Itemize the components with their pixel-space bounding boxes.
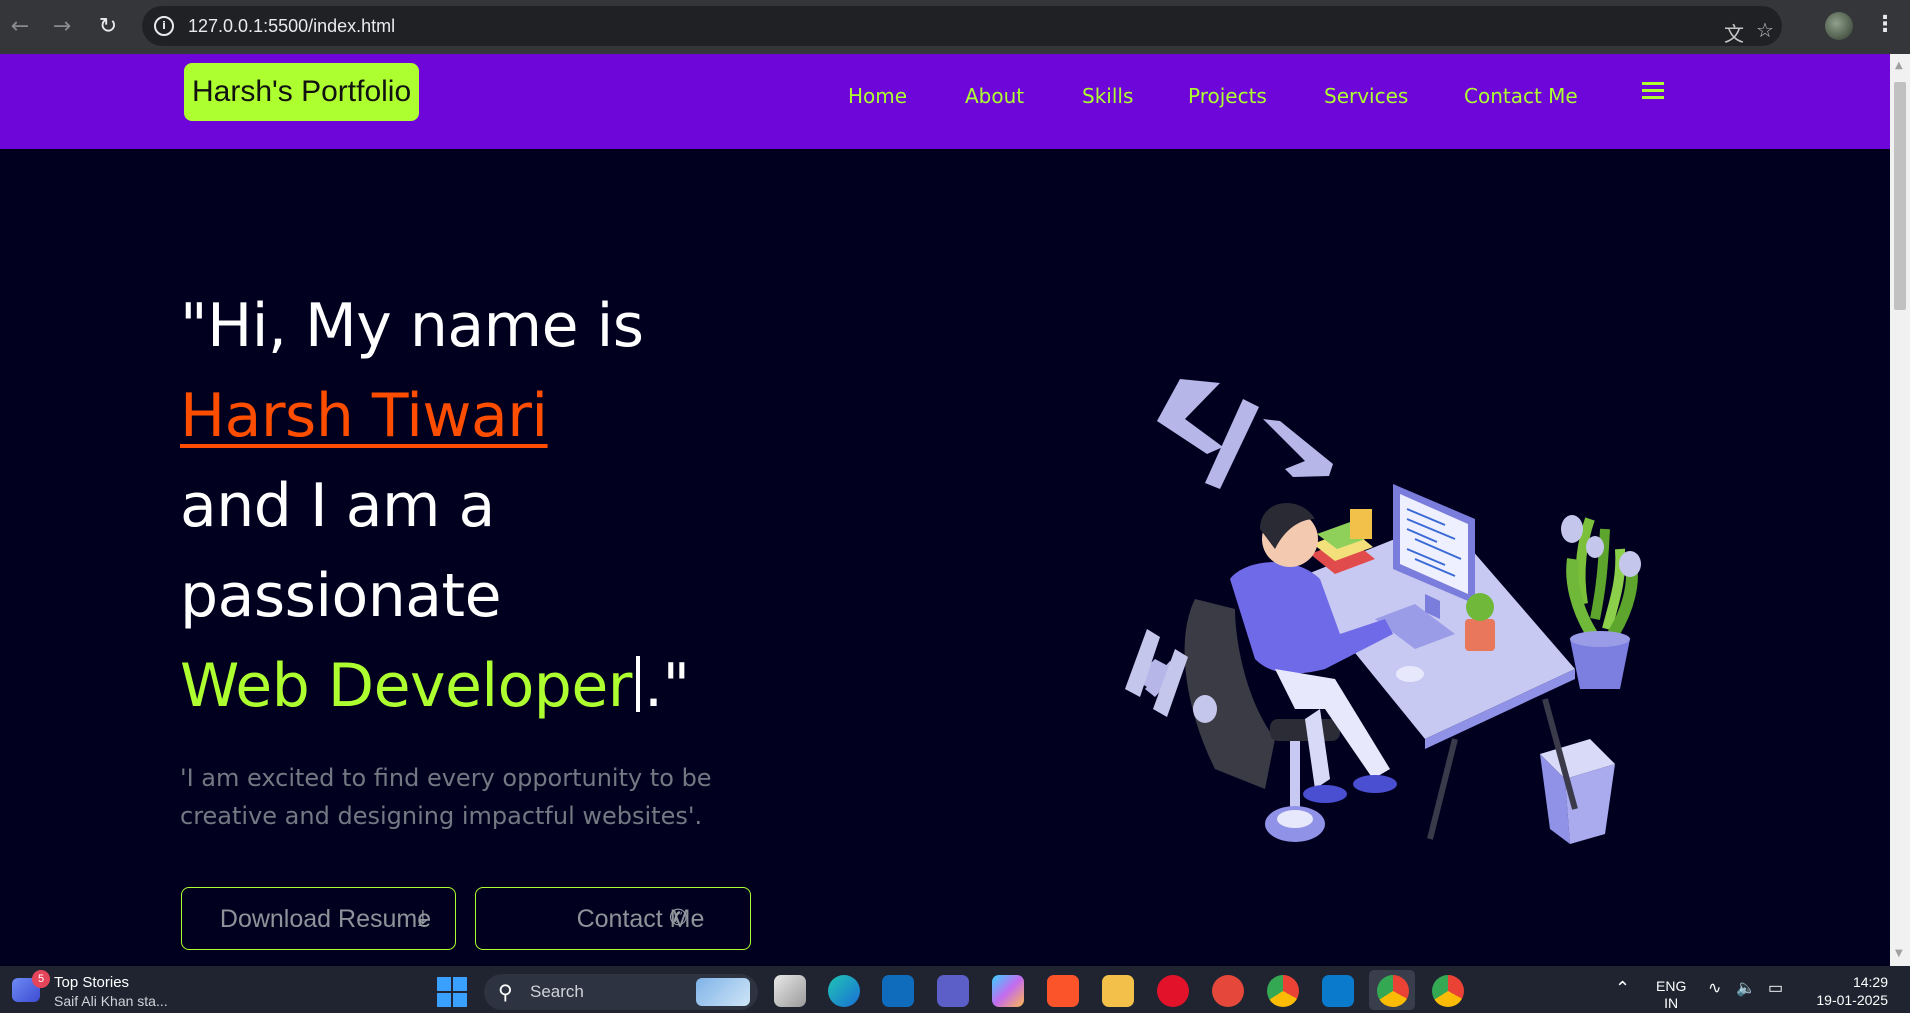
news-widget[interactable]: 5 Top Stories Saif Ali Khan sta... (12, 970, 212, 1012)
hero-role: Web Developer (180, 651, 632, 721)
download-resume-button[interactable]: Download Resume ⤓ (181, 887, 456, 950)
teams-icon[interactable] (937, 975, 969, 1007)
nav-link-projects[interactable]: Projects (1188, 79, 1267, 113)
hero-tagline: 'I am excited to find every opportunity … (180, 764, 712, 830)
download-resume-label: Download Resume (219, 904, 432, 933)
language-line2: IN (1664, 995, 1679, 1011)
code-symbol-icon (1157, 379, 1333, 489)
windows-start-icon[interactable] (437, 977, 467, 1007)
chrome-secondary-icon[interactable] (1432, 975, 1464, 1007)
chrome-icon[interactable] (1267, 975, 1299, 1007)
chrome-profile-icon[interactable] (1377, 975, 1409, 1007)
plant-icon (1561, 515, 1641, 689)
windows-taskbar: 5 Top Stories Saif Ali Khan sta... ⚲ Sea… (0, 966, 1910, 1013)
scroll-thumb[interactable] (1894, 82, 1906, 310)
system-clock[interactable]: 14:29 19-01-2025 (1816, 973, 1888, 1009)
page-scrollbar[interactable]: ▲ ▼ (1890, 54, 1910, 966)
tray-overflow-icon[interactable]: ⌃ (1615, 978, 1630, 999)
wifi-icon[interactable]: ∿ (1708, 978, 1721, 998)
forward-icon[interactable]: → (47, 12, 77, 42)
hero-section: "Hi, My name is Harsh Tiwari and I am a … (0, 149, 1890, 966)
hero-name-line: Harsh Tiwari (180, 381, 548, 451)
download-icon: ⤓ (418, 905, 428, 930)
taskbar-search[interactable]: ⚲ Search (484, 974, 758, 1010)
bookmark-star-icon[interactable]: ☆ (1756, 18, 1774, 42)
brave-icon[interactable] (1047, 975, 1079, 1007)
copilot-icon[interactable] (992, 975, 1024, 1007)
opera-icon[interactable] (1157, 975, 1189, 1007)
language-line1: ENG (1656, 978, 1687, 994)
profile-avatar[interactable] (1825, 12, 1853, 40)
nav-links: Home About Skills Projects Services Cont… (0, 79, 1890, 113)
hero-closing-quote: ." (643, 651, 690, 721)
battery-icon[interactable]: ▭ (1768, 978, 1783, 998)
contact-me-button[interactable]: Contact Me ✆ (475, 887, 751, 950)
clock-time: 14:29 (1852, 974, 1888, 990)
language-indicator[interactable]: ENG IN (1656, 978, 1686, 1012)
outlook-icon[interactable] (882, 975, 914, 1007)
nav-link-skills[interactable]: Skills (1082, 79, 1133, 113)
file-explorer-icon[interactable] (1102, 975, 1134, 1007)
nav-link-services[interactable]: Services (1324, 79, 1408, 113)
volume-icon[interactable]: 🔈 (1736, 978, 1756, 998)
hero-greeting: "Hi, My name is (180, 291, 644, 361)
typing-cursor (635, 656, 640, 712)
pencil-cup-icon (1350, 509, 1372, 539)
back-icon[interactable]: ← (5, 12, 35, 42)
vscode-icon[interactable] (1322, 975, 1354, 1007)
task-view-icon[interactable] (774, 975, 806, 1007)
scroll-down-icon[interactable]: ▼ (1895, 948, 1903, 959)
widget-subtitle: Saif Ali Khan sta... (54, 993, 168, 1009)
nav-link-about[interactable]: About (965, 79, 1024, 113)
potted-plant-icon (1465, 619, 1495, 651)
clock-date: 19-01-2025 (1816, 992, 1888, 1008)
nav-link-home[interactable]: Home (848, 79, 907, 113)
search-icon: ⚲ (498, 980, 513, 1004)
phone-icon: ✆ (669, 905, 688, 930)
nav-link-contact[interactable]: Contact Me (1464, 79, 1578, 113)
address-bar[interactable]: i 127.0.0.1:5500/index.html 文 ☆ (142, 6, 1782, 46)
scroll-up-icon[interactable]: ▲ (1895, 60, 1903, 71)
url-text: 127.0.0.1:5500/index.html (188, 16, 396, 36)
browser-toolbar: ← → ↻ i 127.0.0.1:5500/index.html 文 ☆ ⋮ (0, 0, 1910, 54)
hero-name: Harsh Tiwari (180, 381, 548, 451)
translate-icon[interactable]: 文 (1724, 18, 1744, 47)
hero-line-4: passionate (180, 561, 502, 631)
reload-icon[interactable]: ↻ (93, 12, 123, 42)
mug-icon (1396, 666, 1424, 682)
widget-title: Top Stories (54, 974, 130, 991)
hero-line-3: and I am a (180, 471, 495, 541)
edge-icon[interactable] (828, 975, 860, 1007)
site-navbar: Harsh's Portfolio Home About Skills Proj… (0, 54, 1890, 149)
hamburger-menu-icon[interactable] (1642, 82, 1664, 103)
developer-illustration (1125, 379, 1641, 844)
widget-badge: 5 (32, 970, 50, 988)
browser-menu-icon[interactable]: ⋮ (1874, 12, 1896, 37)
xampp-icon[interactable] (1212, 975, 1244, 1007)
search-highlight-image (696, 978, 750, 1006)
search-label: Search (530, 982, 584, 1001)
site-info-icon[interactable]: i (154, 16, 174, 36)
trash-bin-icon (1540, 739, 1615, 844)
hero-role-line: Web Developer ." (180, 651, 690, 721)
